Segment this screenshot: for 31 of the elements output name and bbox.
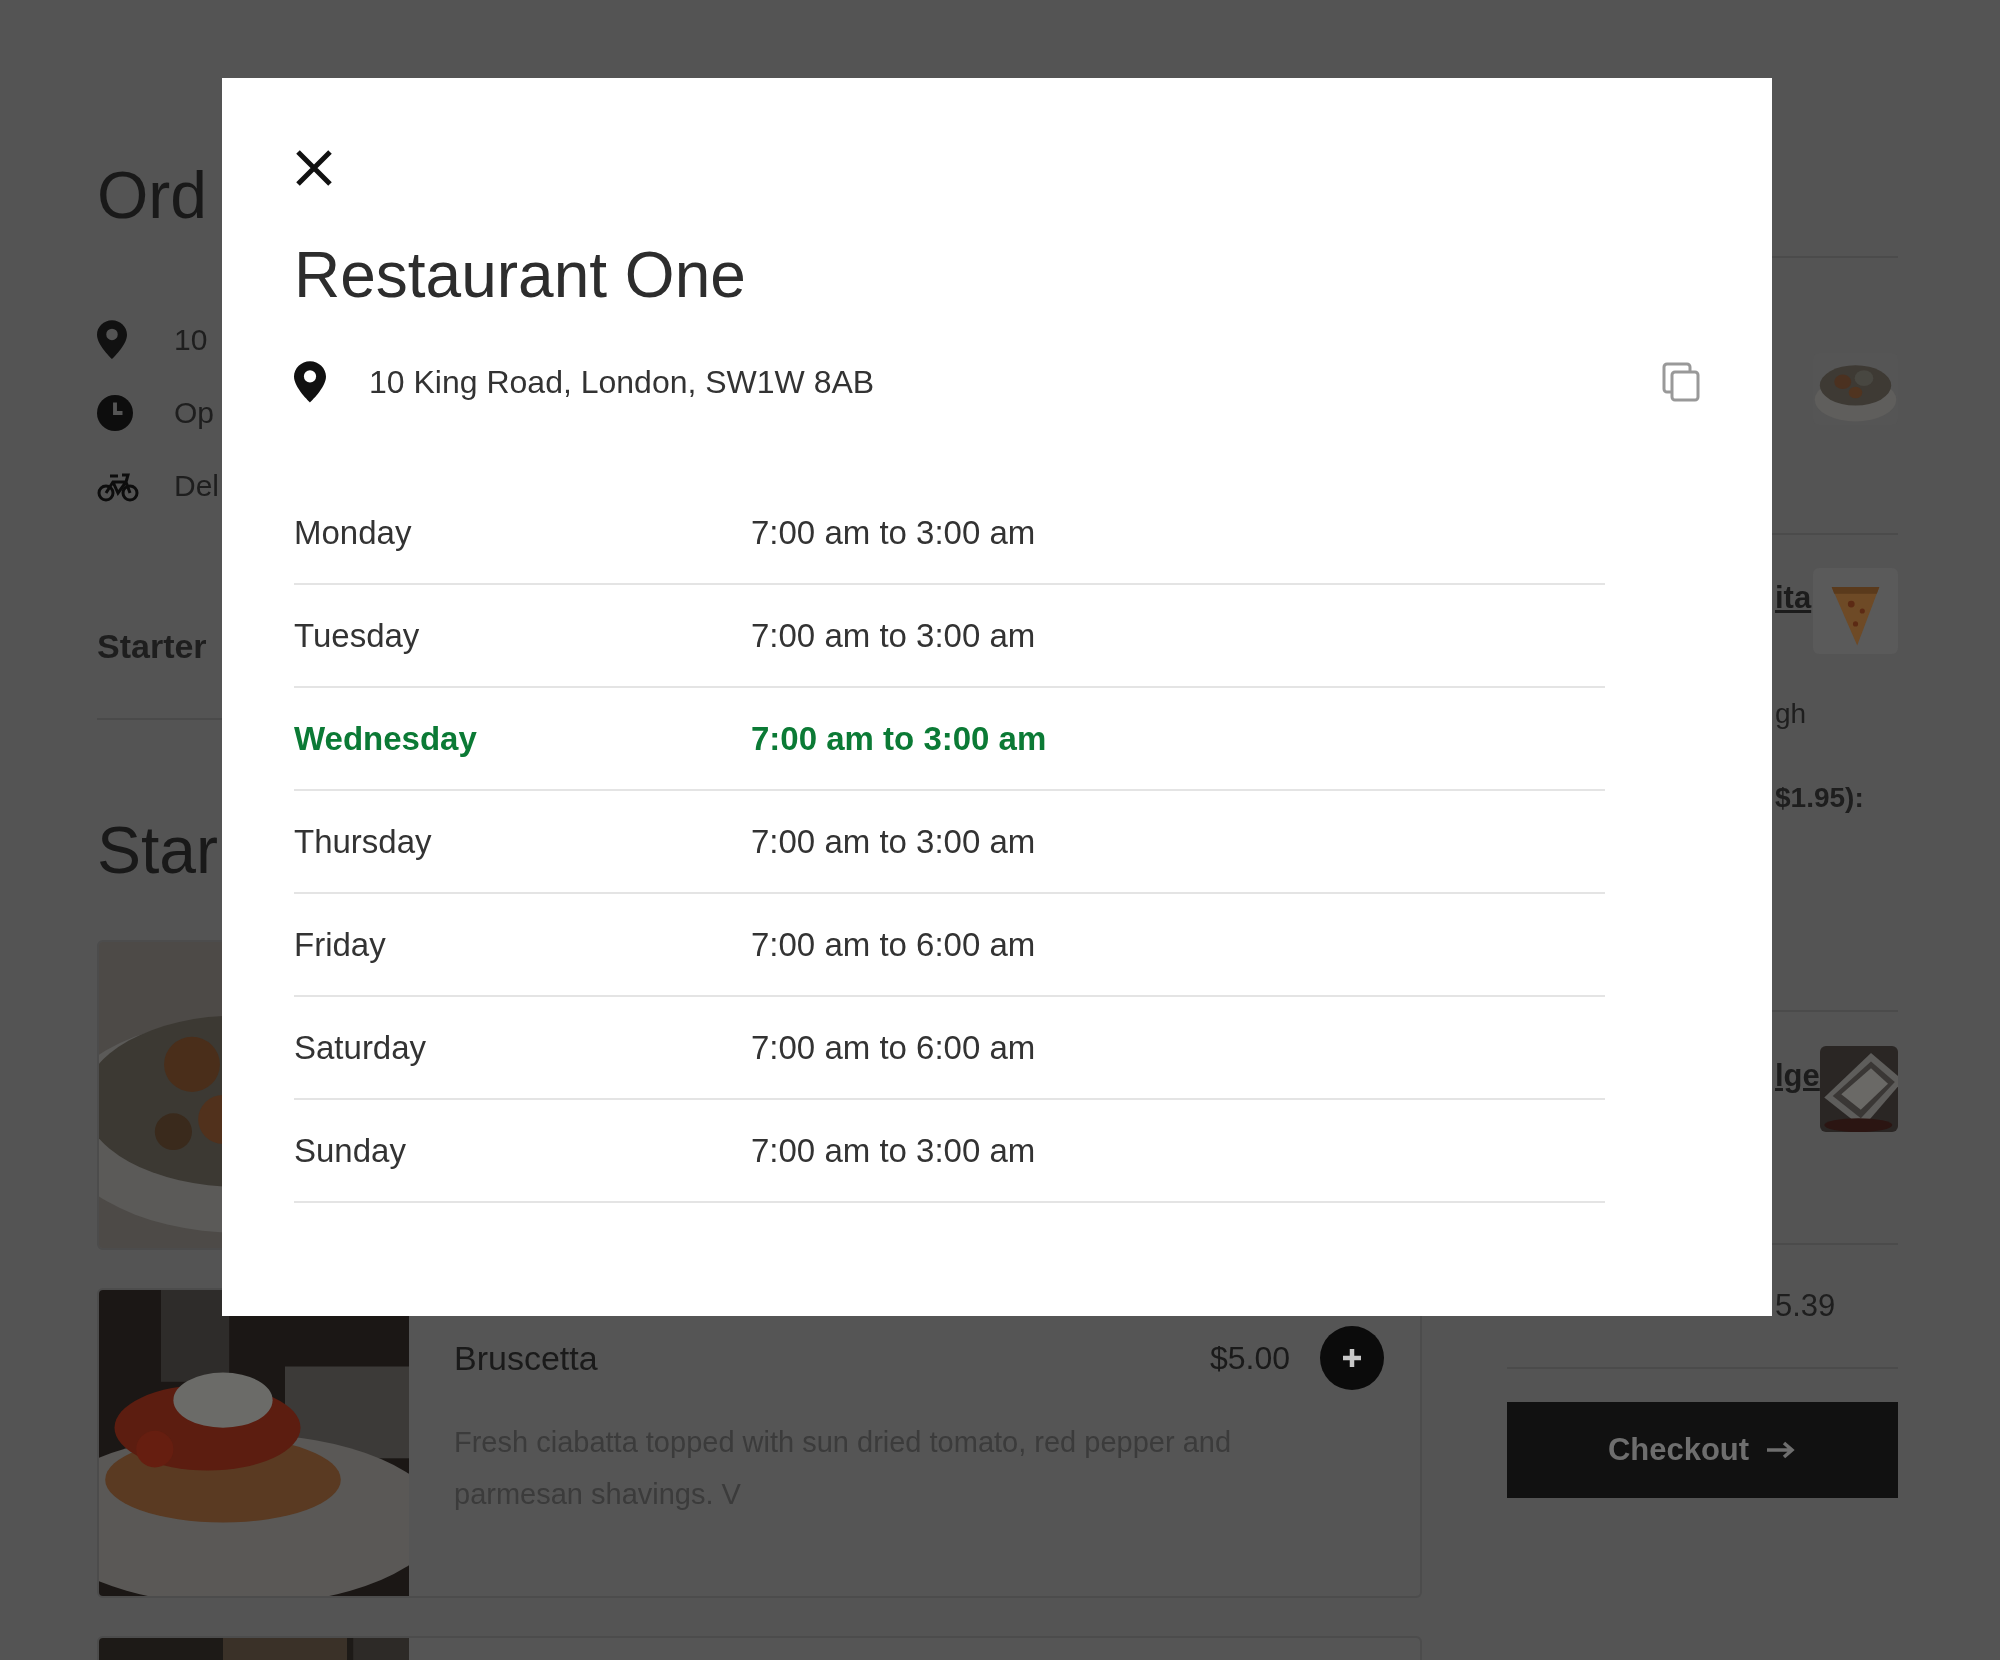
- page-title: Ord: [97, 162, 208, 228]
- item-name: Bruscetta: [454, 1338, 599, 1378]
- copy-icon: [1662, 362, 1700, 402]
- hours-text: 7:00 am to 3:00 am: [751, 513, 1036, 552]
- day-label: Thursday: [294, 822, 433, 861]
- day-label: Saturday: [294, 1028, 428, 1067]
- hours-text: 7:00 am to 3:00 am: [751, 1131, 1036, 1170]
- cart-item-name[interactable]: lge: [1775, 1058, 1820, 1094]
- clock-icon: [97, 394, 133, 431]
- section-title: Star: [97, 817, 219, 883]
- day-label: Sunday: [294, 1131, 407, 1170]
- copy-button[interactable]: [1662, 362, 1700, 402]
- location-pin-icon: [294, 361, 326, 403]
- hours-text: 7:00 am to 6:00 am: [751, 925, 1036, 964]
- cart-item-name[interactable]: ita: [1775, 580, 1812, 616]
- plus-icon: [1341, 1347, 1363, 1369]
- address-text: 10 King Road, London, SW1W 8AB: [369, 363, 876, 401]
- day-label: Monday: [294, 513, 413, 552]
- item-price: $5.00: [1209, 1339, 1290, 1377]
- hours-text: 7:00 am to 3:00 am: [751, 616, 1036, 655]
- restaurant-title: Restaurant One: [294, 240, 747, 310]
- close-icon: [294, 148, 334, 188]
- checkout-button[interactable]: Checkout: [1507, 1402, 1898, 1498]
- day-label: Tuesday: [294, 616, 421, 655]
- day-label: Wednesday: [294, 719, 478, 758]
- day-label: Friday: [294, 925, 387, 964]
- hours-text: 7:00 am to 3:00 am: [751, 822, 1036, 861]
- hours-text: 7:00 am to 3:00 am: [751, 719, 1047, 758]
- hours-text: 7:00 am to 6:00 am: [751, 1028, 1036, 1067]
- close-button[interactable]: [294, 148, 334, 188]
- location-pin-icon: [97, 320, 127, 359]
